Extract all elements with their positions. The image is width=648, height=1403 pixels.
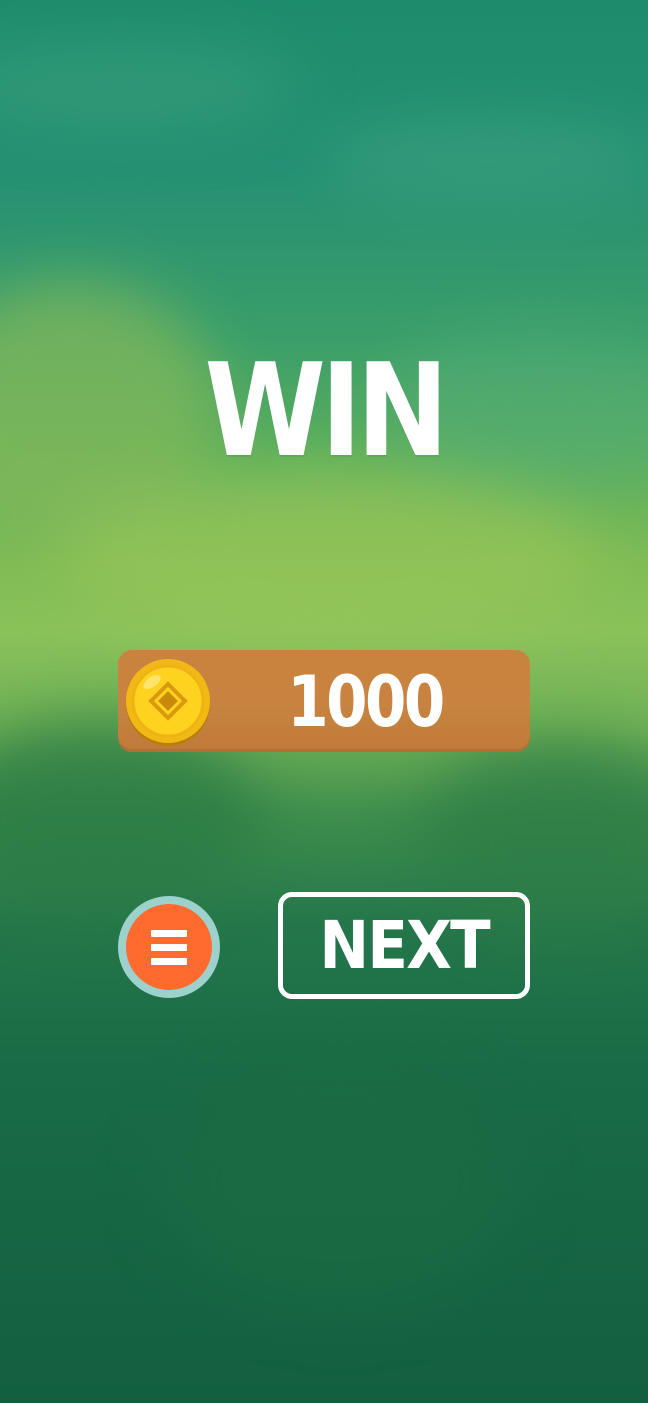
gold-coin-icon (126, 659, 210, 746)
menu-button[interactable] (118, 896, 220, 998)
win-title: WIN (204, 337, 448, 486)
next-button-label: NEXT (319, 907, 490, 984)
next-button[interactable]: NEXT (278, 892, 530, 999)
reward-amount: 1000 (287, 661, 445, 743)
menu-icon (126, 904, 212, 990)
result-title-container: WIN (0, 348, 648, 476)
